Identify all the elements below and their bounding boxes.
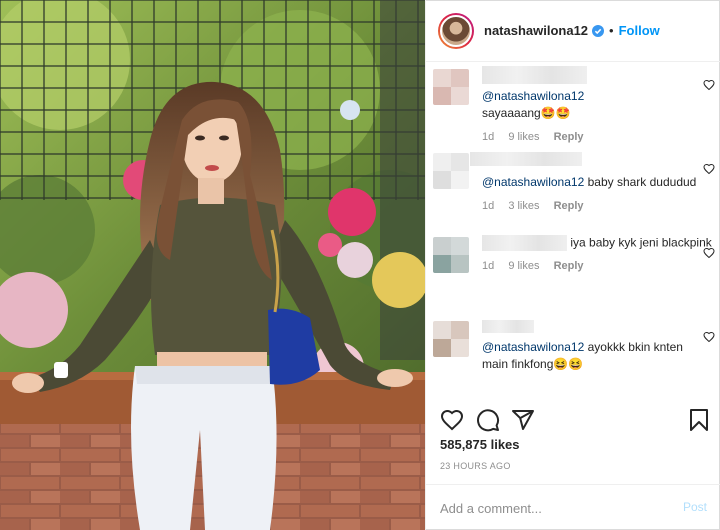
- comment-avatar[interactable]: [433, 237, 469, 273]
- post-photo[interactable]: [0, 0, 425, 530]
- comment-likes[interactable]: 9 likes: [508, 260, 539, 272]
- avatar-image: [440, 14, 472, 47]
- comment-text: @natashawilona12 sayaaaang🤩🤩: [482, 88, 712, 122]
- post-actions: [426, 402, 720, 438]
- verified-badge-icon: [592, 24, 605, 37]
- comment-reply-button[interactable]: Reply: [554, 200, 584, 212]
- comment-time[interactable]: 1d: [482, 260, 494, 272]
- comment-reply-button[interactable]: Reply: [554, 260, 584, 272]
- comment-mention[interactable]: @natashawilona12: [482, 175, 584, 189]
- comment-like-icon[interactable]: [703, 331, 715, 343]
- comment-like-icon[interactable]: [703, 247, 715, 259]
- profile-avatar[interactable]: [438, 12, 474, 49]
- comment-body: baby shark dududud: [584, 175, 697, 189]
- comment-reply-button[interactable]: Reply: [554, 131, 584, 143]
- comment-body: sayaaaang🤩🤩: [482, 106, 571, 121]
- comment-likes[interactable]: 3 likes: [508, 200, 539, 212]
- post-comment-button[interactable]: Post: [683, 500, 707, 514]
- comment-avatar[interactable]: [433, 321, 469, 357]
- comment-item: iya baby kyk jeni blackpink 1d 9 likes R…: [433, 234, 715, 273]
- likes-count[interactable]: 585,875 likes: [440, 437, 520, 452]
- comment-text: @natashawilona12 ayokkk bkin knten main …: [482, 339, 712, 373]
- comment-text: @natashawilona12 baby shark dududud: [482, 174, 712, 191]
- comment-time[interactable]: 1d: [482, 200, 494, 212]
- comment-mention[interactable]: @natashawilona12: [482, 89, 584, 103]
- comment-item: @natashawilona12 baby shark dududud 1d 3…: [433, 150, 715, 212]
- comment-avatar[interactable]: [433, 153, 469, 189]
- comment-meta: 1d 9 likes Reply: [482, 131, 712, 143]
- comment-time[interactable]: 1d: [482, 131, 494, 143]
- profile-username[interactable]: natashawilona12: [484, 23, 588, 38]
- commenter-username-redacted[interactable]: [482, 320, 534, 334]
- bookmark-icon[interactable]: [687, 408, 711, 432]
- comments-list[interactable]: @natashawilona12 sayaaaang🤩🤩 1d 9 likes …: [426, 62, 720, 402]
- comment-meta: 1d 3 likes Reply: [482, 200, 712, 212]
- comment-composer: Post: [426, 484, 720, 530]
- comment-input[interactable]: [440, 498, 660, 518]
- post-timestamp[interactable]: 23 HOURS AGO: [440, 461, 511, 471]
- comment-icon[interactable]: [476, 408, 500, 432]
- comment-like-icon[interactable]: [703, 163, 715, 175]
- commenter-username-redacted[interactable]: [482, 234, 567, 251]
- comment-text: iya baby kyk jeni blackpink: [482, 234, 712, 251]
- post-sidebar: natashawilona12 • Follow @natashawilona1…: [425, 0, 720, 530]
- comment-meta: 1d 9 likes Reply: [482, 260, 712, 272]
- comment-like-icon[interactable]: [703, 79, 715, 91]
- commenter-username-redacted[interactable]: [482, 66, 587, 84]
- follow-button[interactable]: Follow: [619, 23, 660, 38]
- comment-item: @natashawilona12 ayokkk bkin knten main …: [433, 318, 715, 373]
- share-icon[interactable]: [511, 408, 535, 432]
- header-separator: •: [609, 23, 614, 38]
- comment-mention[interactable]: @natashawilona12: [482, 340, 584, 354]
- comment-body: iya baby kyk jeni blackpink: [570, 235, 712, 250]
- comment-likes[interactable]: 9 likes: [508, 131, 539, 143]
- commenter-username-redacted[interactable]: [470, 151, 582, 166]
- heart-icon[interactable]: [440, 408, 464, 432]
- comment-item: @natashawilona12 sayaaaang🤩🤩 1d 9 likes …: [433, 66, 715, 143]
- post-header: natashawilona12 • Follow: [426, 0, 720, 62]
- comment-avatar[interactable]: [433, 69, 469, 105]
